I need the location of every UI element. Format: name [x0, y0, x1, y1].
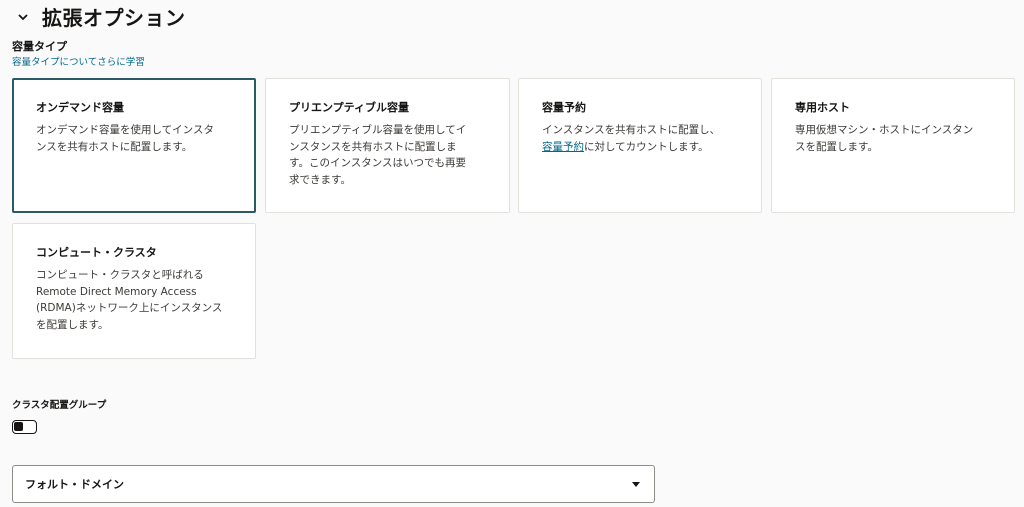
fault-domain-value: フォルト・ドメイン: [25, 478, 124, 491]
capacity-card-compute-cluster[interactable]: コンピュート・クラスタ コンピュート・クラスタと呼ばれる Remote Dire…: [12, 223, 256, 359]
capacity-card-reservation[interactable]: 容量予約 インスタンスを共有ホストに配置し、 容量予約に対してカウントします。: [518, 78, 762, 213]
card-description-line: Remote Direct Memory Access: [36, 285, 197, 298]
card-description-line: プリエンプティブル容量を使用してイ: [289, 124, 467, 136]
card-title: プリエンプティブル容量: [289, 101, 410, 114]
card-description: インスタンスを共有ホストに配置し、 容量予約に対してカウントします。: [542, 122, 741, 155]
card-description-line: ンスタンスを共有ホストに配置しま: [289, 140, 457, 153]
card-description-line: す。このインスタンスはいつでも再要: [289, 157, 467, 169]
fault-domain-select[interactable]: フォルト・ドメイン: [12, 465, 655, 503]
card-description-line: スを配置します。: [795, 140, 878, 153]
cluster-placement-group-label: クラスタ配置グループ: [12, 400, 107, 411]
card-description: コンピュート・クラスタと呼ばれる Remote Direct Memory Ac…: [36, 267, 235, 333]
section-title: 拡張オプション: [42, 6, 186, 30]
card-description-suffix: に対してカウントします。: [584, 140, 709, 153]
card-description-line: ンスを共有ホストに配置します。: [36, 140, 193, 153]
section-header-toggle[interactable]: 拡張オプション: [12, 2, 186, 31]
card-description-line: コンピュート・クラスタと呼ばれる: [36, 269, 204, 281]
card-title: 容量予約: [542, 101, 586, 114]
cluster-placement-group-toggle[interactable]: [12, 420, 37, 434]
card-description-line: 専用仮想マシン・ホストにインスタン: [795, 124, 974, 136]
card-description: 専用仮想マシン・ホストにインスタン スを配置します。: [795, 122, 994, 155]
card-description: プリエンプティブル容量を使用してイ ンスタンスを共有ホストに配置しま す。このイ…: [289, 122, 489, 188]
card-description-line: (RDMA)ネットワーク上にインスタンス: [36, 302, 223, 314]
card-description-line: オンデマンド容量を使用してインスタ: [36, 124, 214, 136]
capacity-card-on-demand[interactable]: オンデマンド容量 オンデマンド容量を使用してインスタ ンスを共有ホストに配置しま…: [12, 78, 256, 213]
capacity-card-dedicated-host[interactable]: 専用ホスト 専用仮想マシン・ホストにインスタン スを配置します。: [771, 78, 1015, 213]
card-description-line: を配置します。: [36, 318, 109, 331]
toggle-knob: [14, 422, 23, 431]
chevron-down-icon: [12, 4, 34, 30]
card-description: オンデマンド容量を使用してインスタ ンスを共有ホストに配置します。: [36, 122, 235, 155]
card-title: 専用ホスト: [795, 101, 850, 114]
learn-more-link[interactable]: 容量タイプについてさらに学習: [12, 54, 145, 68]
card-description-line: インスタンスを共有ホストに配置し、: [542, 124, 721, 136]
capacity-reservation-link[interactable]: 容量予約: [542, 141, 584, 153]
card-title: コンピュート・クラスタ: [36, 246, 157, 259]
card-description-line: 容量予約に対してカウントします。: [542, 139, 741, 156]
card-description-line: 求できます。: [289, 173, 351, 186]
card-title: オンデマンド容量: [36, 101, 124, 114]
caret-down-icon: [632, 481, 640, 487]
capacity-card-preemptible[interactable]: プリエンプティブル容量 プリエンプティブル容量を使用してイ ンスタンスを共有ホス…: [265, 78, 510, 213]
capacity-type-label: 容量タイプ: [12, 40, 67, 53]
